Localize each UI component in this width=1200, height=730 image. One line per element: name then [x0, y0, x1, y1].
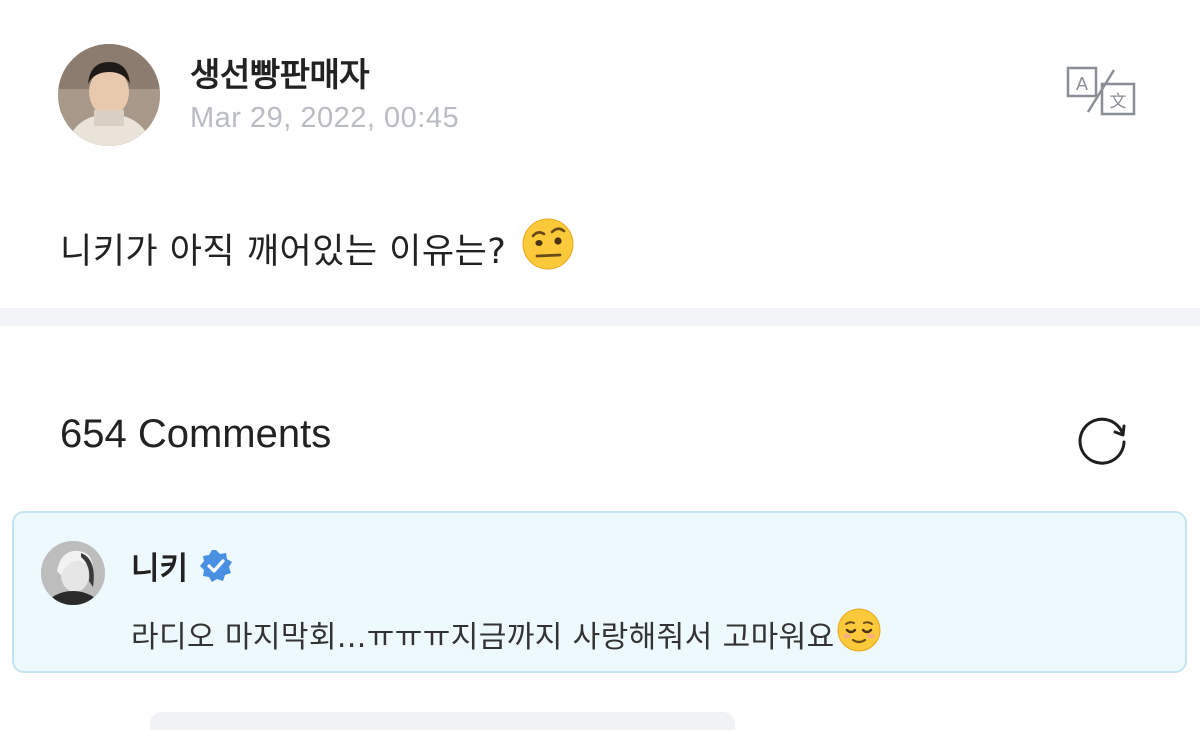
translate-icon: A 文	[1066, 66, 1136, 116]
comments-count: 654 Comments	[60, 412, 332, 456]
post-header: 생선빵판매자 Mar 29, 2022, 00:45 A 文	[58, 44, 1158, 154]
raised-eyebrow-emoji	[522, 218, 574, 279]
commenter-name[interactable]: 니키	[131, 543, 188, 588]
author-avatar[interactable]	[58, 44, 160, 146]
reply-preview-stub[interactable]	[150, 712, 735, 730]
refresh-button[interactable]	[1072, 408, 1132, 468]
commenter-row: 니키	[131, 543, 234, 588]
comment-text: 라디오 마지막회...ㅠㅠㅠ지금까지 사랑해줘서 고마워요	[131, 608, 881, 660]
section-divider	[0, 308, 1200, 326]
post-body: 니키가 아직 깨어있는 이유는?	[60, 218, 574, 279]
translate-button[interactable]: A 文	[1066, 66, 1138, 116]
commenter-avatar[interactable]	[41, 541, 105, 605]
pinned-comment[interactable]: 니키 라디오 마지막회...ㅠㅠㅠ지금까지 사랑해줘서 고마워요	[12, 511, 1187, 673]
verified-badge-icon	[200, 549, 233, 582]
refresh-icon	[1078, 417, 1126, 465]
svg-text:A: A	[1076, 74, 1088, 94]
comment-body: 라디오 마지막회...ㅠㅠㅠ지금까지 사랑해줘서 고마워요	[131, 620, 835, 655]
author-name[interactable]: 생선빵판매자	[190, 48, 370, 96]
post-date: Mar 29, 2022, 00:45	[190, 102, 460, 134]
relieved-face-emoji	[837, 608, 881, 660]
post-text: 니키가 아직 깨어있는 이유는?	[60, 232, 507, 272]
svg-text:文: 文	[1110, 92, 1127, 111]
